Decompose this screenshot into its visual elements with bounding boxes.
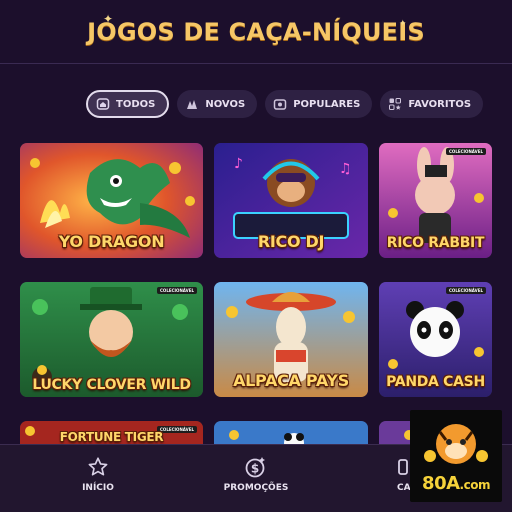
sparkle-icon: ✦ (103, 12, 114, 26)
game-card-alpaca-pays[interactable]: ALPACA PAYS (214, 282, 368, 397)
game-card-lucky-clover-wild[interactable]: COLECIONÁVEL LUCKY CLOVER WILD (20, 282, 203, 397)
filter-chip-favoritos[interactable]: FAVORITOS (380, 90, 484, 118)
filter-label: TODOS (116, 98, 156, 110)
sparkle-icon: ✦ (399, 19, 407, 29)
svg-text:$: $ (251, 462, 259, 476)
camera-icon (273, 97, 287, 111)
collectible-badge: COLECIONÁVEL (446, 287, 486, 294)
game-title: ALPACA PAYS (233, 371, 349, 390)
nav-label: PROMOÇÕES (223, 483, 289, 493)
page-title: JOGOS DE CAÇA-NÍQUEIS (87, 17, 425, 46)
filter-label: POPULARES (293, 98, 361, 110)
brand-logo: 80A.com (410, 410, 502, 502)
home-icon (96, 97, 110, 111)
game-card-panda-cash[interactable]: COLECIONÁVEL PANDA CASH (379, 282, 492, 397)
game-title: RICO RABBIT (386, 235, 485, 251)
filter-chip-novos[interactable]: NOVOS (177, 90, 258, 118)
svg-text:♫: ♫ (339, 161, 352, 177)
game-title: YO DRAGON (58, 232, 165, 251)
page-header: ✦ ✦ JOGOS DE CAÇA-NÍQUEIS (0, 0, 512, 64)
nav-item-promocoes[interactable]: $ PROMOÇÕES (206, 455, 306, 493)
dollar-coin-icon: $ (206, 455, 306, 479)
star-icon (48, 455, 148, 479)
nav-label: INÍCIO (82, 483, 114, 493)
collectible-badge: COLECIONÁVEL (157, 287, 197, 294)
filter-label: FAVORITOS (408, 98, 472, 110)
filter-bar: TODOS NOVOS POPULARES FAVORITOS (86, 90, 484, 118)
game-title: FORTUNE TIGER (59, 430, 164, 444)
game-card-yo-dragon[interactable]: YO DRAGON (20, 143, 203, 258)
nav-item-inicio[interactable]: INÍCIO (48, 455, 148, 493)
brand-text: 80A.com (422, 473, 490, 494)
favorites-icon (388, 97, 402, 111)
filter-chip-populares[interactable]: POPULARES (265, 90, 373, 118)
collectible-badge: COLECIONÁVEL (446, 148, 486, 155)
game-card-rico-dj[interactable]: ♪ ♫ RICO DJ (214, 143, 368, 258)
game-title: LUCKY CLOVER WILD (32, 377, 191, 393)
new-sparkle-icon (185, 97, 199, 111)
tiger-mascot-icon (424, 424, 488, 464)
filter-chip-todos[interactable]: TODOS (86, 90, 170, 118)
game-card-rico-rabbit[interactable]: COLECIONÁVEL RICO RABBIT (379, 143, 492, 258)
game-title: PANDA CASH (386, 374, 485, 390)
svg-text:♪: ♪ (234, 156, 243, 172)
filter-label: NOVOS (205, 98, 246, 110)
game-title: RICO DJ (257, 232, 325, 251)
